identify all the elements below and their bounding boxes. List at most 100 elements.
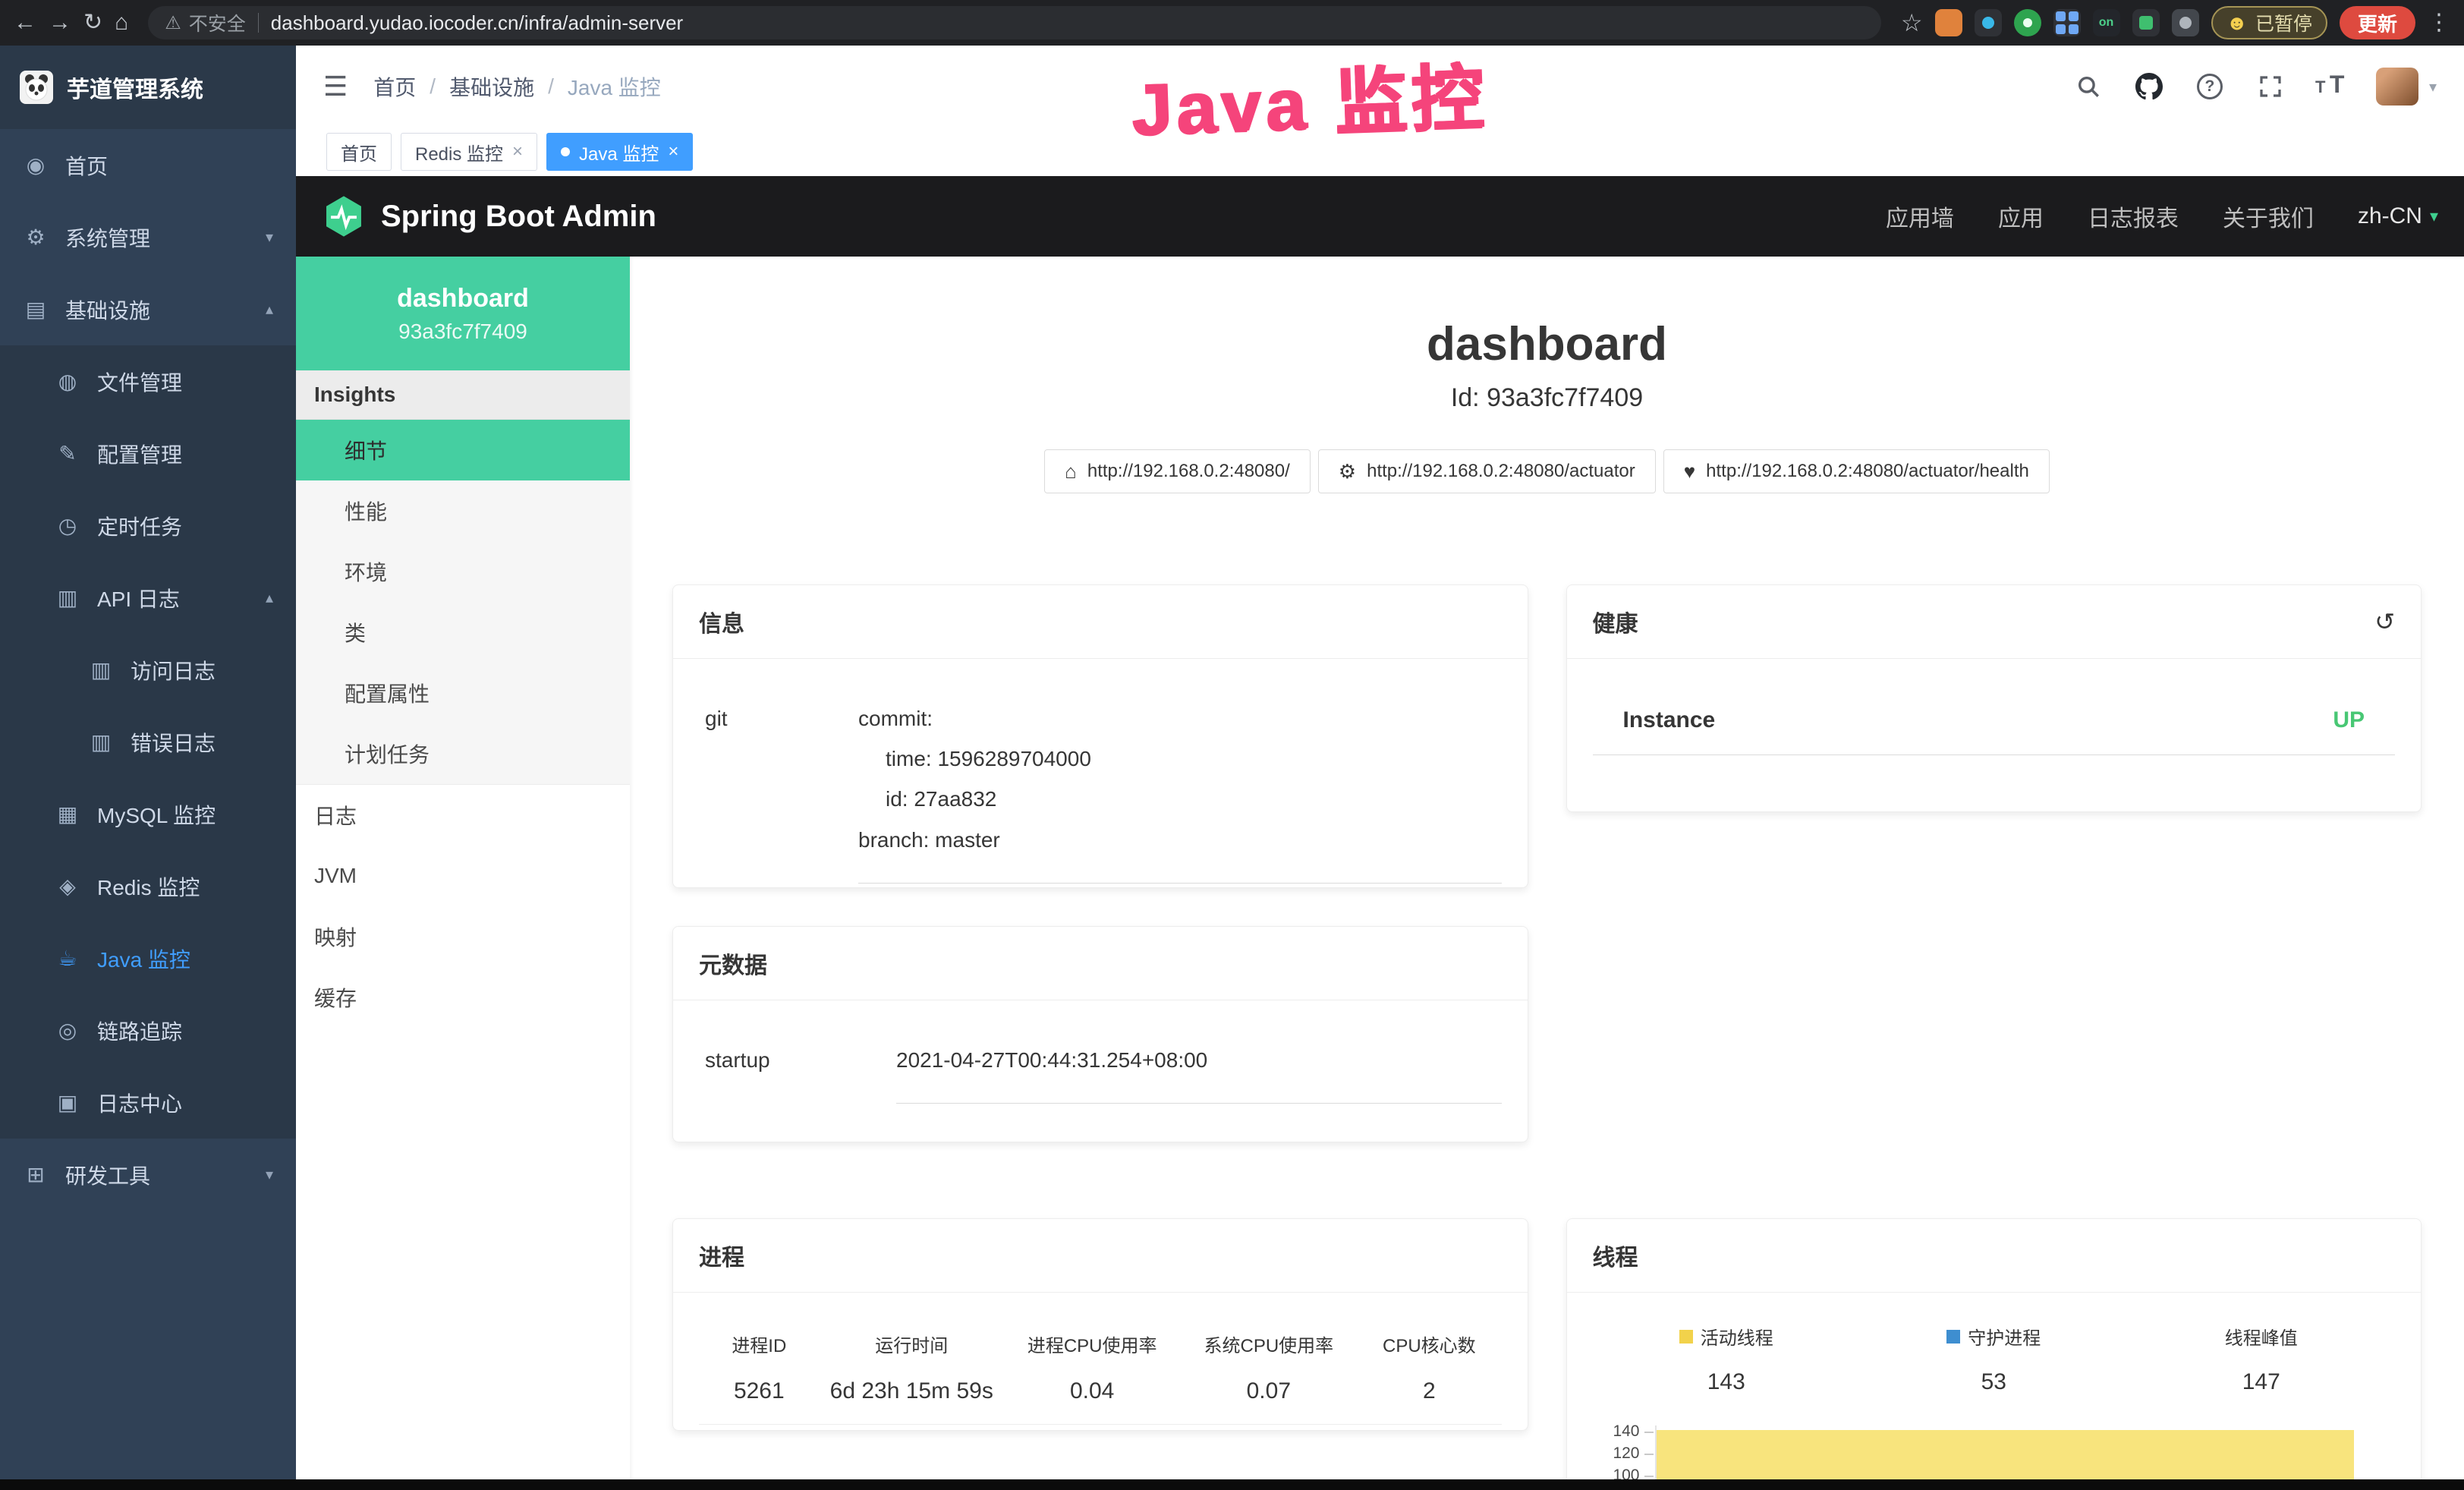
address-bar[interactable]: ⚠ 不安全 dashboard.yudao.iocoder.cn/infra/a… [148,6,1881,39]
nav-applications[interactable]: 应用 [1998,200,2044,233]
menu-logs[interactable]: 日志 [296,785,630,846]
sidebar-item-scheduled-jobs[interactable]: ◷ 定时任务 [0,490,296,562]
insights-section-label: Insights [296,370,630,420]
browser-menu-kebab-icon[interactable]: ⋮ [2428,11,2450,34]
font-size-icon[interactable]: TT [2315,71,2347,102]
chevron-up-icon: ▴ [266,588,273,607]
tags-view-bar: 首页 Redis 监控 × Java 监控 × [296,128,2464,176]
sidebar-item-infrastructure[interactable]: ▤ 基础设施 ▴ [0,273,296,345]
sidebar-item-home[interactable]: ◉ 首页 [0,129,296,201]
reload-icon[interactable]: ↻ [83,11,102,34]
process-col-process-cpu: 进程CPU使用率 0.04 [1004,1331,1181,1404]
sidebar-item-log-center[interactable]: ▣ 日志中心 [0,1066,296,1139]
menu-classes[interactable]: 类 [296,602,630,663]
process-header: CPU核心数 [1357,1331,1501,1357]
breadcrumb-infrastructure[interactable]: 基础设施 [449,71,534,102]
sidebar-item-label: 研发工具 [65,1160,150,1190]
sidebar-toggle-icon[interactable]: ☰ [323,71,348,102]
brand[interactable]: 芋道管理系统 [0,46,296,129]
browser-home-icon[interactable]: ⌂ [115,11,128,34]
sidebar-item-java-monitor[interactable]: ☕ Java 监控 [0,922,296,994]
menu-details[interactable]: 细节 [296,420,630,480]
extension-grid-icon[interactable] [2053,9,2081,36]
menu-jvm[interactable]: JVM [296,846,630,906]
search-icon[interactable] [2072,71,2104,102]
extension-icon-6[interactable] [2132,9,2160,36]
info-value: commit: time: 1596289704000 id: 27aa832 … [858,698,1502,884]
sidebar-item-access-logs[interactable]: ▥ 访问日志 [0,634,296,706]
menu-mappings[interactable]: 映射 [296,906,630,967]
fullscreen-icon[interactable] [2255,71,2286,102]
actuator-url-button[interactable]: ⚙ http://192.168.0.2:48080/actuator [1318,449,1656,493]
legend-value: 147 [2128,1369,2396,1395]
tab-home[interactable]: 首页 [326,133,392,171]
info-key-git: git [699,698,858,884]
brand-name: 芋道管理系统 [67,71,203,104]
legend-live-threads: 活动线程 143 [1593,1323,1861,1395]
instance-status-row[interactable]: Instance UP [1593,707,2396,755]
sidebar-item-label: 日志中心 [97,1088,182,1118]
extension-icon-1[interactable] [1935,9,1962,36]
avatar-chevron-down-icon[interactable]: ▾ [2429,77,2437,96]
wrench-icon: ⚙ [1339,460,1356,484]
threads-legend: 活动线程 143 守护进程 [1593,1323,2396,1395]
language-select[interactable]: zh-CN ▾ [2358,203,2438,229]
sidebar-item-redis-monitor[interactable]: ◈ Redis 监控 [0,850,296,922]
instance-id: 93a3fc7f7409 [398,320,527,344]
sidebar-item-config-management[interactable]: ✎ 配置管理 [0,417,296,490]
sidebar-item-system-management[interactable]: ⚙ 系统管理 ▾ [0,201,296,273]
nav-about[interactable]: 关于我们 [2223,200,2314,233]
edit-icon: ✎ [55,441,80,466]
bookmark-star-icon[interactable]: ☆ [1901,11,1923,35]
extension-icon-3[interactable] [2014,9,2041,36]
menu-scheduled-tasks[interactable]: 计划任务 [296,723,630,784]
health-icon: ♥ [1684,460,1695,484]
sidebar-item-error-logs[interactable]: ▥ 错误日志 [0,706,296,778]
history-icon[interactable]: ↺ [2374,607,2395,636]
git-commit-line: commit: [858,698,1502,739]
service-url-button[interactable]: ⌂ http://192.168.0.2:48080/ [1044,449,1311,493]
menu-metrics[interactable]: 性能 [296,480,630,541]
user-avatar[interactable] [2376,68,2418,106]
tab-redis-monitor[interactable]: Redis 监控 × [401,133,537,171]
monitor-icon: ▤ [23,297,49,322]
clock-icon: ◷ [55,513,80,538]
menu-config-props[interactable]: 配置属性 [296,663,630,723]
update-button[interactable]: 更新 [2340,6,2415,39]
process-header: 系统CPU使用率 [1181,1331,1358,1357]
nav-wallboard[interactable]: 应用墙 [1886,200,1954,233]
menu-caches[interactable]: 缓存 [296,967,630,1028]
tab-java-monitor[interactable]: Java 监控 × [546,133,693,171]
sidebar-item-dev-tools[interactable]: ⊞ 研发工具 ▾ [0,1139,296,1211]
back-icon[interactable]: ← [14,11,36,34]
paused-label: 已暂停 [2255,9,2312,36]
help-icon[interactable]: ? [2194,71,2226,102]
y-axis-tickmark [1644,1454,1654,1455]
sidebar-item-mysql-monitor[interactable]: ▦ MySQL 监控 [0,778,296,850]
not-secure-warning-icon: ⚠ [165,12,181,34]
breadcrumb-current: Java 监控 [568,71,661,102]
instance-header[interactable]: dashboard 93a3fc7f7409 [296,257,630,370]
close-icon[interactable]: × [512,141,523,162]
github-icon[interactable] [2133,71,2165,102]
sidebar-item-label: Java 监控 [97,943,190,974]
infrastructure-submenu: ◍ 文件管理 ✎ 配置管理 ◷ 定时任务 ▥ API 日志 ▴ ▥ [0,345,296,1139]
sba-brand[interactable]: Spring Boot Admin [381,200,656,234]
y-axis-tick-120: 120 [1593,1444,1640,1463]
menu-environment[interactable]: 环境 [296,541,630,602]
nav-journal[interactable]: 日志报表 [2088,200,2179,233]
extension-on-icon[interactable]: on [2093,9,2120,36]
java-icon: ☕ [55,946,80,971]
sidebar-item-file-management[interactable]: ◍ 文件管理 [0,345,296,417]
forward-icon[interactable]: → [49,11,71,34]
close-icon[interactable]: × [668,141,678,162]
url-text[interactable]: dashboard.yudao.iocoder.cn/infra/admin-s… [271,11,683,35]
home-icon: ⌂ [1065,460,1077,484]
sidebar-item-tracing[interactable]: ◎ 链路追踪 [0,994,296,1066]
breadcrumb-home[interactable]: 首页 [373,71,416,102]
paused-badge[interactable]: ☻ 已暂停 [2211,6,2327,39]
extension-puzzle-icon[interactable] [2172,9,2199,36]
sidebar-item-api-logs[interactable]: ▥ API 日志 ▴ [0,562,296,634]
extension-icon-2[interactable] [1975,9,2002,36]
health-url-button[interactable]: ♥ http://192.168.0.2:48080/actuator/heal… [1663,449,2050,493]
